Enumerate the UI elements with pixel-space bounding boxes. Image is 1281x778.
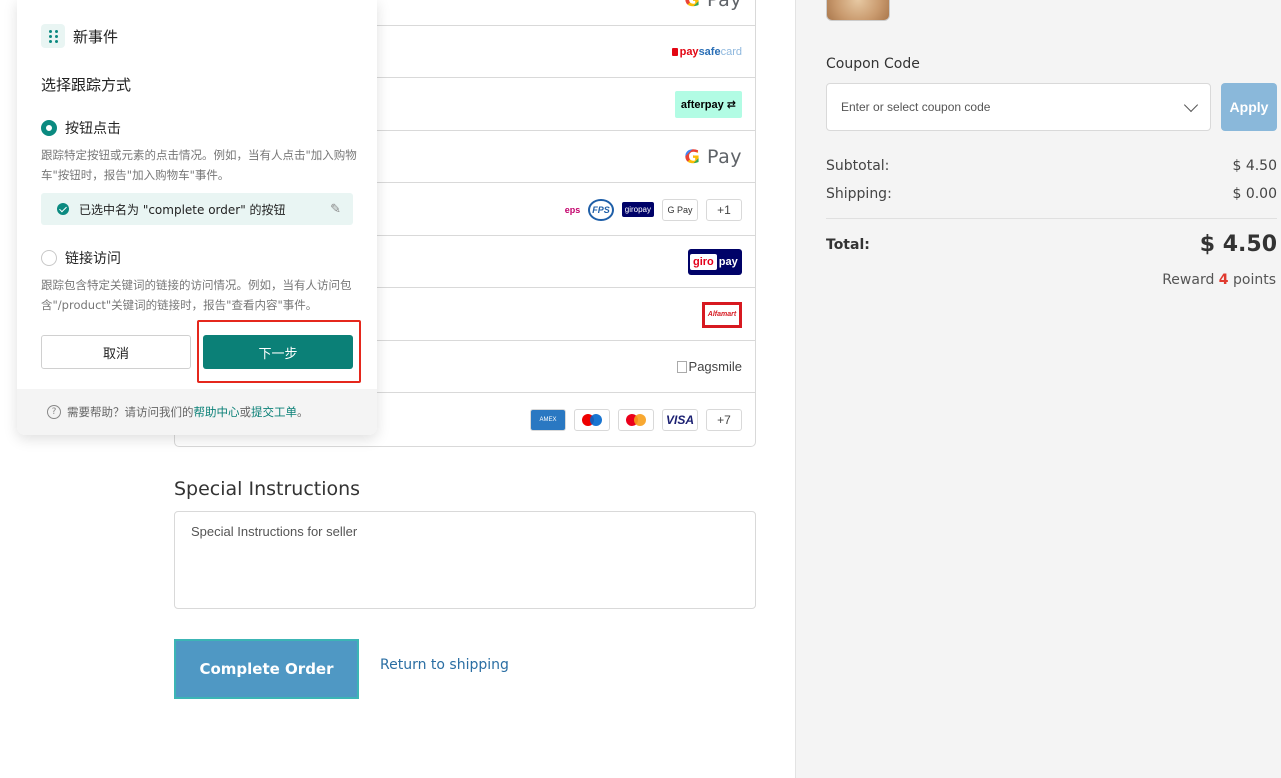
subtotal-label: Subtotal: [826, 158, 890, 174]
google-pay-logo: G Pay [684, 0, 742, 11]
radio-link-visit-label: 链接访问 [65, 251, 121, 267]
new-event-panel: 新事件 选择跟踪方式 按钮点击 跟踪特定按钮或元素的点击情况。例如，当有人点击"… [17, 0, 377, 435]
drag-handle-icon[interactable] [41, 24, 65, 48]
broken-image-icon [676, 360, 687, 373]
shipping-value: $ 0.00 [1232, 186, 1277, 202]
button-click-description: 跟踪特定按钮或元素的点击情况。例如，当有人点击"加入购物车"按钮时，报告"加入购… [41, 148, 357, 182]
product-thumbnail [826, 0, 890, 21]
apply-coupon-button[interactable]: Apply [1221, 83, 1277, 131]
giropay-logo: giro pay [688, 248, 742, 275]
subtotal-row: Subtotal: $ 4.50 [826, 158, 1277, 174]
fps-logo: FPS [588, 198, 614, 221]
coupon-code-label: Coupon Code [826, 56, 920, 72]
question-circle-icon: ? [47, 405, 61, 419]
submit-ticket-link[interactable]: 提交工单 [251, 405, 297, 419]
selected-button-box: 已选中名为 "complete order" 的按钮 ✎ [41, 193, 353, 225]
help-center-link[interactable]: 帮助中心 [194, 405, 240, 419]
summary-divider [826, 218, 1277, 219]
eps-logo: eps [564, 204, 581, 215]
reward-points-text: Reward 4 points [1162, 272, 1276, 288]
shipping-row: Shipping: $ 0.00 [826, 186, 1277, 202]
order-summary-sidebar: Coupon Code Enter or select coupon code … [795, 0, 1281, 778]
shipping-label: Shipping: [826, 186, 892, 202]
coupon-code-select[interactable]: Enter or select coupon code [826, 83, 1211, 131]
pagsmile-logo: Pagsmile [676, 359, 742, 374]
mastercard-logo [618, 409, 654, 431]
cancel-button[interactable]: 取消 [41, 335, 191, 369]
panel-header: 新事件 [41, 24, 118, 48]
radio-link-visit[interactable]: 链接访问 [41, 248, 121, 268]
chevron-down-icon [1183, 97, 1199, 112]
alfamart-logo: Alfamart [702, 301, 742, 328]
next-step-button[interactable]: 下一步 [203, 335, 353, 369]
total-value: $ 4.50 [1199, 232, 1277, 257]
special-instructions-title: Special Instructions [174, 478, 361, 500]
special-instructions-textarea[interactable]: Special Instructions for seller [174, 511, 756, 609]
afterpay-logo: afterpay ⇄ [674, 91, 742, 118]
google-pay-chip: G Pay [662, 198, 698, 221]
visa-logo: VISA [662, 409, 698, 431]
subtotal-value: $ 4.50 [1232, 158, 1277, 174]
tracking-method-title: 选择跟踪方式 [41, 76, 132, 94]
google-pay-logo: G Pay [684, 145, 742, 168]
total-label: Total: [826, 236, 870, 253]
amex-logo: AMEX [530, 409, 566, 431]
edit-pencil-icon[interactable]: ✎ [330, 202, 341, 217]
return-to-shipping-link[interactable]: Return to shipping [380, 657, 509, 673]
radio-checked-icon [41, 120, 57, 136]
total-row: Total: $ 4.50 [826, 232, 1277, 257]
giropay-small-logo: giropay [621, 202, 654, 217]
radio-button-click-label: 按钮点击 [65, 121, 121, 137]
link-visit-description: 跟踪包含特定关键词的链接的访问情况。例如，当有人访问包含"/product"关键… [41, 278, 352, 312]
help-footer: ? 需要帮助？请访问我们的帮助中心或提交工单。 [17, 389, 377, 435]
lock-icon [671, 47, 678, 56]
radio-button-click[interactable]: 按钮点击 [41, 118, 121, 138]
reward-points-count: 4 [1218, 272, 1229, 288]
more-cards-chip: +7 [706, 409, 742, 431]
selected-button-text: 已选中名为 "complete order" 的按钮 [79, 202, 286, 217]
check-circle-icon [57, 203, 69, 215]
paysafecard-logo: paysafecard [671, 46, 742, 58]
panel-title: 新事件 [73, 27, 119, 46]
complete-order-button[interactable]: Complete Order [174, 639, 359, 699]
coupon-placeholder: Enter or select coupon code [841, 100, 991, 114]
maestro-logo [574, 409, 610, 431]
more-methods-chip: +1 [706, 198, 742, 221]
radio-unchecked-icon [41, 250, 57, 266]
